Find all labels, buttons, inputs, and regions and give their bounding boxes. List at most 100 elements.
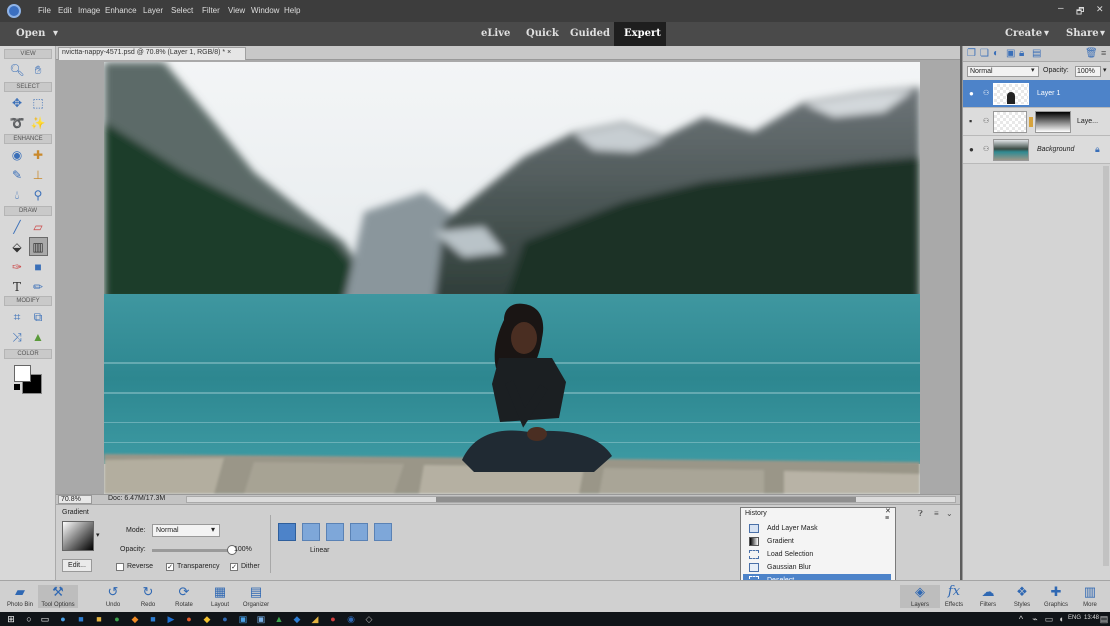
- move-icon[interactable]: ✥: [9, 95, 25, 111]
- transparency-checkbox[interactable]: ✓: [166, 563, 174, 571]
- blur-icon[interactable]: 💧︎: [9, 187, 25, 203]
- history-item[interactable]: Add Layer Mask: [743, 522, 891, 535]
- volume-icon[interactable]: ◖: [1056, 614, 1066, 624]
- layer-mask-icon[interactable]: ▣: [1006, 48, 1015, 59]
- recompose-icon[interactable]: ⧉: [30, 309, 46, 325]
- options-menu-icon[interactable]: ≡: [934, 509, 939, 518]
- panel-scrollbar[interactable]: [1103, 166, 1109, 566]
- photo-canvas[interactable]: [104, 62, 920, 494]
- layer-row-layer1[interactable]: ● ⚇ Layer 1: [963, 80, 1110, 108]
- mode-chevron-icon[interactable]: ▾: [211, 525, 215, 534]
- create-dropdown-icon[interactable]: ▾: [1044, 28, 1049, 39]
- redo-button[interactable]: ↻ Redo: [128, 585, 168, 609]
- visibility-eye-icon[interactable]: ●: [969, 89, 974, 98]
- horizontal-scroll-thumb[interactable]: [436, 497, 856, 502]
- gradient-preview[interactable]: [62, 521, 94, 551]
- menu-edit[interactable]: Edit: [58, 6, 72, 15]
- healing-icon[interactable]: ✚: [30, 147, 46, 163]
- magic-wand-icon[interactable]: ✨: [30, 115, 46, 131]
- restore-button[interactable]: 🗗: [1076, 4, 1084, 20]
- gradient-icon[interactable]: ▥: [30, 239, 46, 255]
- taskbar-app-icon[interactable]: ◆: [202, 614, 212, 624]
- help-icon[interactable]: ❓︎: [918, 509, 923, 519]
- smart-brush-icon[interactable]: ✎: [9, 167, 25, 183]
- visibility-eye-icon[interactable]: ●: [969, 145, 974, 154]
- menu-layer[interactable]: Layer: [143, 6, 163, 15]
- task-view-icon[interactable]: ▭: [40, 614, 50, 624]
- lasso-icon[interactable]: ➰: [9, 115, 25, 131]
- opacity-slider-track[interactable]: [152, 549, 232, 552]
- eyedropper-icon[interactable]: ✑: [9, 259, 25, 275]
- layer-row-background[interactable]: ● ⚇ Background 🔒︎: [963, 136, 1110, 164]
- eraser-icon[interactable]: ▱: [30, 219, 46, 235]
- organizer-button[interactable]: ▤ Organizer: [236, 585, 276, 609]
- history-item[interactable]: Gaussian Blur: [743, 561, 891, 574]
- open-dropdown-icon[interactable]: ▾: [53, 28, 58, 39]
- hand-icon[interactable]: ✋︎: [30, 62, 46, 78]
- undo-button[interactable]: ↺ Undo: [93, 585, 133, 609]
- crop-icon[interactable]: ⌗: [9, 309, 25, 325]
- menu-window[interactable]: Window: [251, 6, 279, 15]
- swap-colors-icon[interactable]: [14, 384, 20, 390]
- layer-name[interactable]: Layer 1: [1037, 90, 1060, 97]
- create-button[interactable]: Create: [1005, 28, 1042, 39]
- network-icon[interactable]: ⌁: [1030, 614, 1040, 624]
- visibility-eye-icon[interactable]: ▪: [969, 116, 972, 126]
- taskbar-app-icon[interactable]: ◢: [310, 614, 320, 624]
- menu-file[interactable]: File: [38, 6, 51, 15]
- language-indicator[interactable]: ENG: [1068, 615, 1081, 621]
- lock-transparency-icon[interactable]: ▤: [1032, 48, 1041, 59]
- menu-enhance[interactable]: Enhance: [105, 6, 137, 15]
- blend-mode-select[interactable]: Normal: [967, 66, 1039, 77]
- more-button[interactable]: ▥ More: [1070, 585, 1110, 609]
- taskbar-app-icon[interactable]: ■: [94, 614, 104, 624]
- layer-link-icon[interactable]: ⚇: [983, 117, 989, 125]
- history-menu-icon[interactable]: ≡: [885, 515, 889, 522]
- taskbar-app-icon[interactable]: ●: [184, 614, 194, 624]
- history-item[interactable]: Load Selection: [743, 548, 891, 561]
- paint-bucket-icon[interactable]: ⬙: [9, 239, 25, 255]
- taskbar-app-icon[interactable]: ▶: [166, 614, 176, 624]
- clone-stamp-icon[interactable]: ⊥: [30, 167, 46, 183]
- gradient-picker-chevron-icon[interactable]: ▾: [96, 531, 100, 539]
- shape-icon[interactable]: ■: [30, 259, 46, 275]
- taskbar-app-icon[interactable]: ◉: [346, 614, 356, 624]
- mode-expert[interactable]: Expert: [624, 28, 661, 39]
- mode-select[interactable]: Normal: [152, 524, 220, 537]
- taskbar-app-icon[interactable]: ●: [112, 614, 122, 624]
- history-item[interactable]: Gradient: [743, 535, 891, 548]
- windows-start-icon[interactable]: ⊞: [6, 614, 16, 624]
- taskbar-app-icon[interactable]: ●: [58, 614, 68, 624]
- trash-icon[interactable]: 🗑︎: [1085, 48, 1098, 59]
- battery-icon[interactable]: ▭: [1044, 614, 1054, 624]
- new-layer-icon[interactable]: ❐: [967, 48, 976, 59]
- share-button[interactable]: Share: [1066, 28, 1099, 39]
- notification-icon[interactable]: ▤: [1099, 614, 1109, 624]
- red-eye-icon[interactable]: ◉: [9, 147, 25, 163]
- menu-view[interactable]: View: [228, 6, 245, 15]
- taskbar-app-icon[interactable]: ◇: [364, 614, 374, 624]
- layout-button[interactable]: ▦ Layout: [200, 585, 240, 609]
- blend-mode-chevron-icon[interactable]: ▾: [1031, 66, 1035, 74]
- pencil-icon[interactable]: ✏︎: [30, 279, 46, 295]
- adjustment-layer-icon[interactable]: ◐: [993, 48, 999, 59]
- share-dropdown-icon[interactable]: ▾: [1100, 28, 1105, 39]
- taskbar-app-icon[interactable]: ◆: [130, 614, 140, 624]
- rotate-button[interactable]: ⟳ Rotate: [164, 585, 204, 609]
- taskbar-app-icon[interactable]: ▣: [238, 614, 248, 624]
- collapse-options-icon[interactable]: ⌄: [946, 509, 953, 518]
- new-group-icon[interactable]: ❏: [980, 48, 989, 59]
- app-logo-icon[interactable]: [7, 4, 21, 18]
- menu-image[interactable]: Image: [78, 6, 100, 15]
- history-close-icon[interactable]: ✕: [885, 507, 891, 515]
- close-button[interactable]: ✕: [1096, 4, 1104, 15]
- linear-gradient-button[interactable]: [278, 523, 296, 541]
- search-icon[interactable]: ○: [24, 614, 34, 624]
- tray-chevron-icon[interactable]: ^: [1016, 614, 1026, 624]
- clock[interactable]: 13:48: [1084, 615, 1099, 621]
- dither-checkbox[interactable]: ✓: [230, 563, 238, 571]
- type-icon[interactable]: T: [9, 279, 25, 295]
- brush-icon[interactable]: ╱: [9, 219, 25, 235]
- reverse-checkbox[interactable]: [116, 563, 124, 571]
- content-aware-move-icon[interactable]: ⤨: [9, 329, 25, 345]
